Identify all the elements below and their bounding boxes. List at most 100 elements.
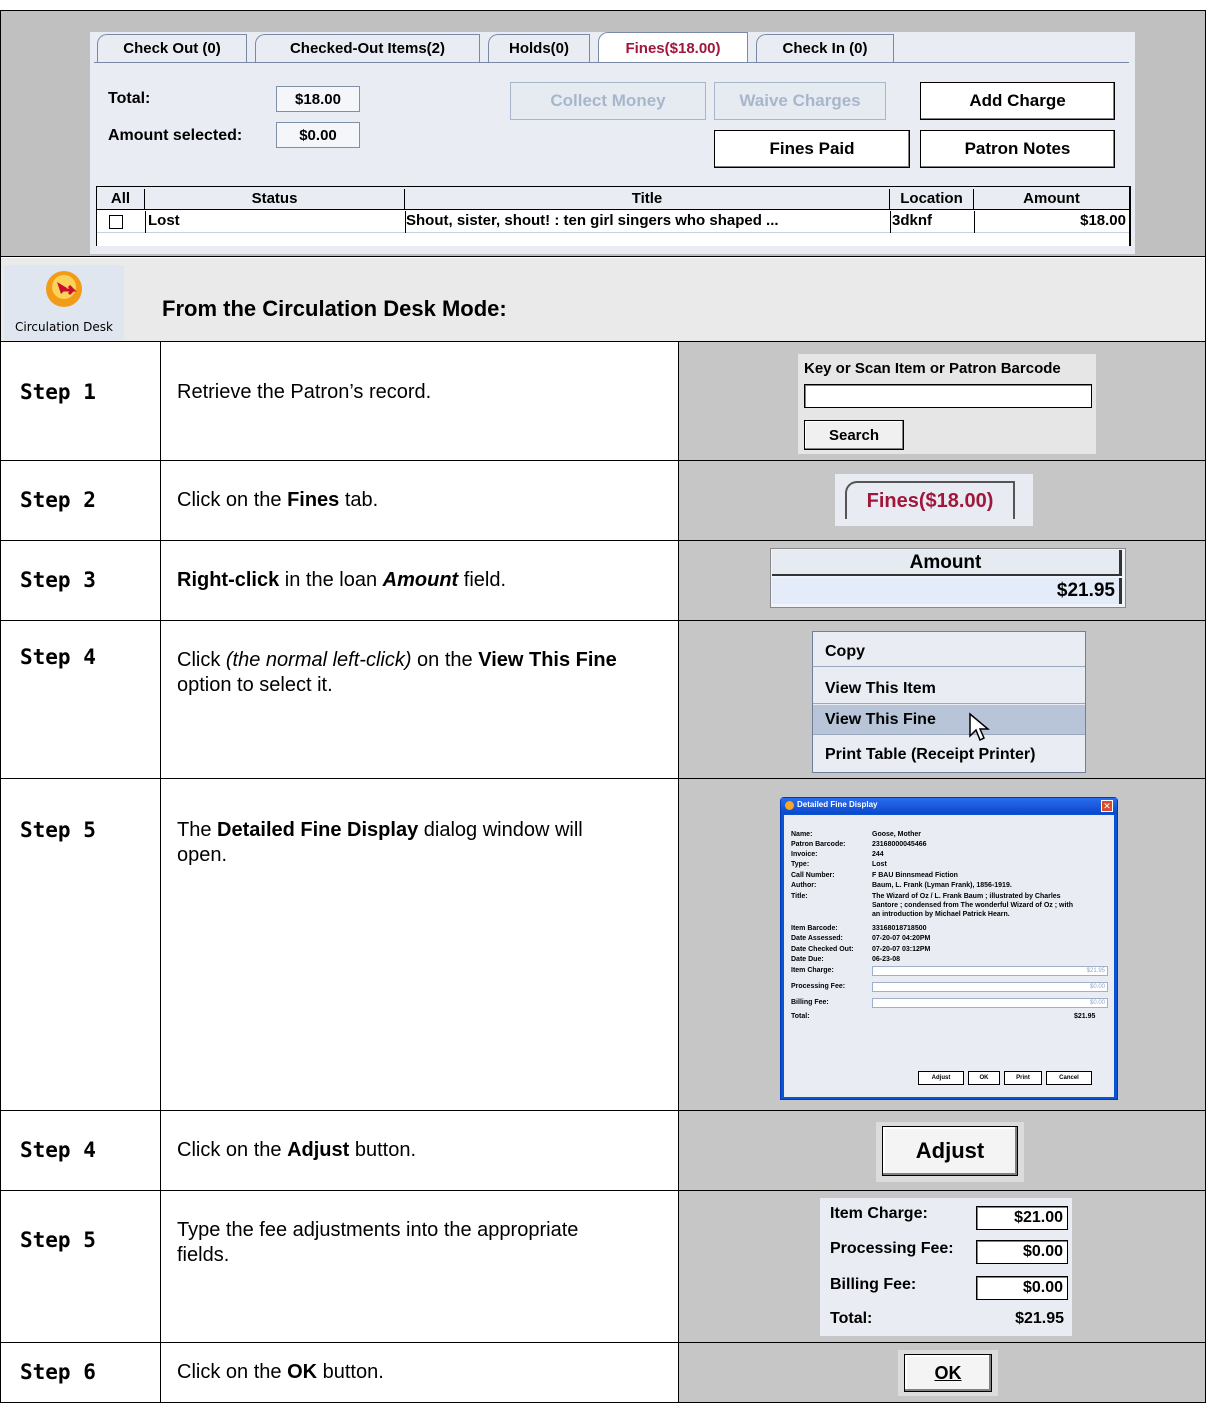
dlg-label-date-assessed: Date Assessed: [791,935,843,942]
tab-holds[interactable]: Holds(0) [488,34,590,62]
dlg-value-author: Baum, L. Frank (Lyman Frank), 1856-1919. [872,882,1012,889]
row-checkbox[interactable] [109,215,123,229]
fee-value-total: $21.95 [1015,1310,1064,1327]
step-desc-3: Right-click in the loan Amount field. [177,569,507,591]
step-label-7: Step 5 [20,1228,96,1252]
dlg-label-item-charge: Item Charge: [791,967,834,974]
dlg-ok-button[interactable]: OK [968,1071,1000,1085]
fee-label-processing-fee: Processing Fee: [830,1240,954,1257]
dlg-label-date-due: Date Due: [791,956,824,963]
dlg-field-billing-fee[interactable]: $0.00 [872,998,1108,1008]
patron-notes-button[interactable]: Patron Notes [920,130,1115,168]
grid-col-1 [160,342,161,1403]
dlg-value-title-1: The Wizard of Oz / L. Frank Baum ; illus… [872,893,1061,900]
dialog-body: Name: Goose, Mother Patron Barcode: 2316… [784,815,1114,1097]
tab-check-in[interactable]: Check In (0) [756,34,894,62]
step-desc-7: Type the fee adjustments into the approp… [177,1219,579,1266]
barcode-input[interactable] [804,384,1092,408]
dlg-value-invoice: 244 [872,851,884,858]
amount-image-value[interactable]: $21.95 [772,578,1122,604]
dlg-field-processing-fee[interactable]: $0.00 [872,982,1108,992]
dlg-label-billing-fee: Billing Fee: [791,999,829,1006]
col-all[interactable]: All [97,189,145,209]
menu-item-print-table[interactable]: Print Table (Receipt Printer) [813,740,1085,770]
ok-button[interactable]: OK [904,1354,992,1392]
dlg-field-item-charge[interactable]: $21.95 [872,966,1108,976]
adjust-button[interactable]: Adjust [882,1126,1018,1176]
col-status[interactable]: Status [145,189,405,209]
row-sep-5 [1,1110,1205,1111]
collect-money-button[interactable]: Collect Money [510,82,706,120]
add-charge-button[interactable]: Add Charge [920,82,1115,120]
row-amount: $18.00 [1080,212,1126,229]
step-label-4: Step 4 [20,645,96,669]
fee-input-processing-fee[interactable]: $0.00 [976,1240,1068,1264]
fines-tab-image-tab[interactable]: Fines($18.00) [845,481,1015,519]
dlg-value-title-3: an introduction by Michael Patrick Hearn… [872,911,1010,918]
dlg-label-type: Type: [791,861,810,868]
row-location: 3dknf [892,212,933,229]
dlg-cancel-button[interactable]: Cancel [1046,1071,1092,1085]
dlg-label-call-number: Call Number: [791,872,835,879]
col-amount[interactable]: Amount [974,189,1129,209]
row-title: Shout, sister, shout! : ten girl singers… [406,212,779,229]
row-sep-3 [1,620,1205,621]
col-title[interactable]: Title [405,189,890,209]
mode-heading: From the Circulation Desk Mode: [162,296,507,321]
row-sep-7 [1,1342,1205,1343]
search-button[interactable]: Search [804,420,904,450]
step-desc-8: Click on the OK button. [177,1361,384,1383]
dlg-value-total: $21.95 [1074,1013,1096,1020]
step-label-6: Step 4 [20,1138,96,1162]
row-status: Lost [148,212,180,229]
row-sep-4 [1,778,1205,779]
dlg-value-name: Goose, Mother [872,831,922,838]
row-divider-2 [405,211,406,233]
menu-item-copy[interactable]: Copy [813,637,1085,667]
dlg-print-button[interactable]: Print [1004,1071,1042,1085]
dialog-close-icon[interactable]: ✕ [1101,800,1113,812]
dlg-value-title-2: Santore ; condensed from The wonderful W… [872,902,1073,909]
dlg-adjust-button[interactable]: Adjust [918,1071,964,1085]
row-divider-1 [145,211,146,233]
dlg-label-author: Author: [791,882,817,889]
step-label-2: Step 2 [20,488,96,512]
search-label: Key or Scan Item or Patron Barcode [804,360,1061,377]
dlg-value-type: Lost [872,861,887,868]
detailed-fine-dialog: Detailed Fine Display ✕ Name: Goose, Mot… [780,797,1118,1100]
step-desc-6: Click on the Adjust button. [177,1139,416,1161]
dlg-value-date-due: 06-23-08 [872,956,901,963]
dlg-label-name: Name: [791,831,813,838]
step-label-8: Step 6 [20,1360,96,1384]
dlg-value-date-assessed: 07-20-07 04:20PM [872,935,931,942]
dlg-value-date-checked-out: 07-20-07 03:12PM [872,946,931,953]
dlg-label-total: Total: [791,1013,810,1020]
dlg-label-patron-barcode: Patron Barcode: [791,841,846,848]
mouse-pointer-icon [968,712,991,747]
dlg-value-call-number: F BAU Binnsmead Fiction [872,872,958,879]
circulation-desk-icon [43,268,85,315]
waive-charges-button[interactable]: Waive Charges [714,82,886,120]
step-label-1: Step 1 [20,380,96,404]
tab-fines[interactable]: Fines($18.00) [598,32,748,63]
step-label-5: Step 5 [20,818,96,842]
tab-check-out[interactable]: Check Out (0) [97,34,247,62]
menu-item-view-item[interactable]: View This Item [813,674,1085,704]
dialog-title: Detailed Fine Display [797,800,878,809]
fee-input-billing-fee[interactable]: $0.00 [976,1276,1068,1300]
dlg-label-title: Title: [791,893,808,900]
row-divider-4 [974,211,975,233]
row-divider-3 [890,211,891,233]
row-sep-6 [1,1190,1205,1191]
step-desc-4: Click (the normal left-click) on the Vie… [177,649,617,696]
tab-checked-out-items[interactable]: Checked-Out Items(2) [255,34,480,62]
fines-paid-button[interactable]: Fines Paid [714,130,910,168]
tab-underline [94,62,1129,63]
menu-item-view-fine[interactable]: View This Fine [813,705,1085,735]
circulation-desk-label: Circulation Desk [15,320,113,334]
fee-label-total: Total: [830,1310,873,1327]
total-label: Total: [108,90,151,107]
fee-input-item-charge[interactable]: $21.00 [976,1206,1068,1230]
col-location[interactable]: Location [890,189,974,209]
amount-selected-label: Amount selected: [108,127,243,144]
